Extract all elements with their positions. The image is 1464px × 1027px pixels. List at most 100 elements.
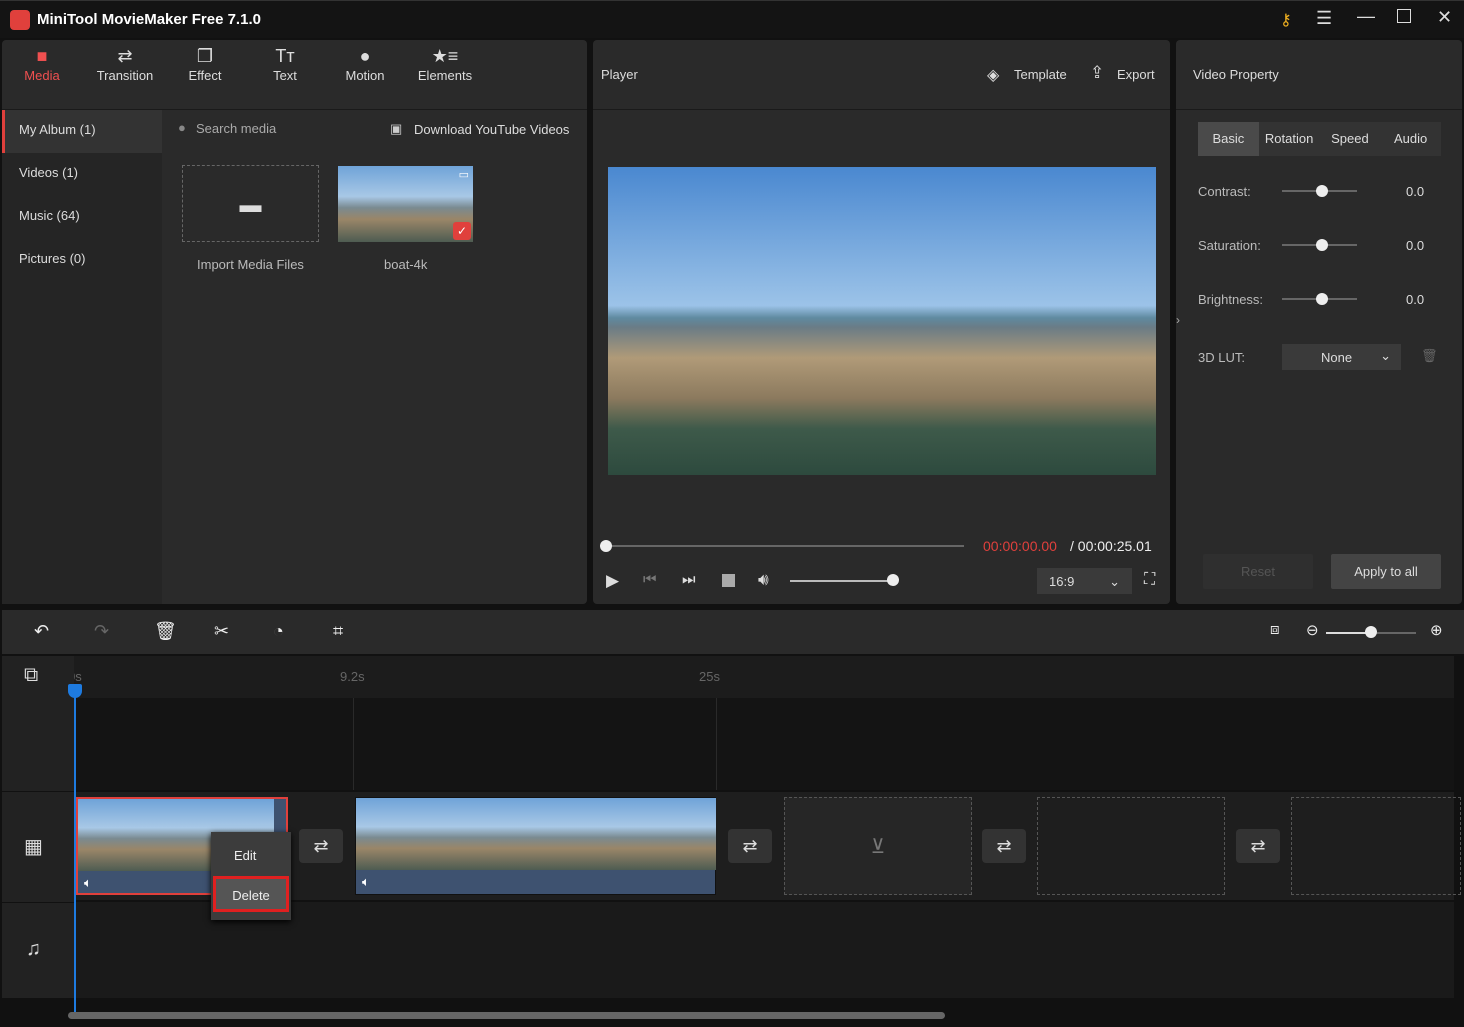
apply-to-all-button[interactable]: Apply to all (1331, 554, 1441, 589)
music-icon: ♫ (26, 938, 41, 960)
aspect-ratio-select[interactable]: 16:9 ⌄ (1037, 568, 1132, 594)
search-icon: ● (178, 120, 186, 135)
title-bar: MiniTool MovieMaker Free 7.1.0 ⚷ ☰ — ✕ (0, 0, 1464, 38)
current-time: 00:00:00.00 (983, 538, 1057, 554)
tab-text[interactable]: Tт Text (245, 44, 325, 83)
contrast-value: 0.0 (1406, 184, 1425, 199)
transition-slot[interactable]: ⇄ (728, 829, 772, 863)
play-button[interactable]: ▶ (606, 571, 619, 591)
horizontal-scrollbar[interactable] (68, 1012, 945, 1019)
menu-item-edit[interactable]: Edit (211, 832, 291, 876)
chevron-down-icon: ⌄ (1109, 574, 1120, 589)
youtube-icon: ▣ (390, 121, 403, 136)
delete-icon[interactable]: 🗑︎ (154, 621, 177, 642)
video-clip-2[interactable]: 🔈︎ (355, 797, 716, 895)
template-button[interactable]: Template (1014, 67, 1067, 82)
main-toolbar: ■ Media ⇄ Transition ❐ Effect Tт Text ● Motio… (2, 44, 485, 83)
layers-icon: ◈ (987, 67, 1000, 84)
tick-label: 25s (699, 669, 720, 684)
brightness-value: 0.0 (1406, 292, 1425, 307)
crop-icon[interactable]: ⌗ (333, 621, 343, 642)
empty-clip-slot[interactable] (1037, 797, 1225, 895)
key-icon[interactable]: ⚷ (1280, 10, 1292, 30)
seek-handle[interactable] (600, 540, 612, 552)
brightness-label: Brightness: (1198, 292, 1264, 307)
tab-effect[interactable]: ❐ Effect (165, 44, 245, 83)
stop-button[interactable] (722, 574, 735, 587)
empty-clip-slot[interactable]: ⊻ (784, 797, 972, 895)
aspect-value: 16:9 (1049, 574, 1075, 589)
tab-basic[interactable]: Basic (1198, 122, 1259, 156)
folder-icon: ▬ (239, 192, 262, 217)
download-youtube-button[interactable]: Download YouTube Videos (414, 122, 569, 137)
context-menu: Edit Delete (211, 832, 291, 920)
media-thumbnail[interactable]: ▭ ✓ (338, 166, 473, 242)
clip-frame (650, 798, 716, 870)
volume-slider[interactable] (790, 580, 894, 582)
transition-slot[interactable]: ⇄ (982, 829, 1026, 863)
trash-icon[interactable]: 🗑︎ (1421, 348, 1438, 364)
zoom-out-icon[interactable]: ⊖ (1306, 621, 1319, 639)
sidebar-item-videos[interactable]: Videos (1) (2, 153, 162, 196)
check-icon: ✓ (453, 222, 471, 240)
volume-icon[interactable]: 🔊︎ (758, 570, 769, 590)
undo-icon[interactable]: ↶ (34, 621, 49, 642)
tab-audio[interactable]: Audio (1380, 122, 1441, 156)
contrast-handle[interactable] (1316, 185, 1328, 197)
menu-item-delete[interactable]: Delete (213, 876, 289, 912)
import-media-button[interactable]: ▬ (182, 165, 319, 242)
saturation-handle[interactable] (1316, 239, 1328, 251)
tab-speed[interactable]: Speed (1320, 122, 1381, 156)
chevron-down-icon: ⌄ (1380, 348, 1391, 363)
tab-elements[interactable]: ★≡ Elements (405, 44, 485, 83)
saturation-label: Saturation: (1198, 238, 1261, 253)
previous-frame-button[interactable]: ⏮ (643, 571, 657, 588)
search-input[interactable]: Search media (196, 121, 276, 136)
brightness-handle[interactable] (1316, 293, 1328, 305)
scissors-icon[interactable]: ✂ (214, 621, 229, 642)
transition-slot[interactable]: ⇄ (299, 829, 343, 863)
tab-transition[interactable]: ⇄ Transition (85, 44, 165, 83)
tab-label: Effect (188, 68, 222, 83)
fullscreen-icon[interactable]: ⛶ (1144, 571, 1155, 589)
maximize-button[interactable] (1397, 9, 1411, 23)
speaker-icon[interactable]: 🔈︎ (362, 874, 370, 890)
drop-icon: ⊻ (870, 836, 886, 858)
collapse-arrow-icon[interactable]: › (1176, 313, 1180, 327)
redo-icon[interactable]: ↷ (94, 621, 109, 642)
transition-slot[interactable]: ⇄ (1236, 829, 1280, 863)
tab-rotation[interactable]: Rotation (1259, 122, 1320, 156)
tab-label: Text (273, 68, 297, 83)
minimize-button[interactable]: — (1357, 6, 1375, 27)
sidebar-item-my-album[interactable]: My Album (1) (2, 110, 162, 153)
reset-button[interactable]: Reset (1203, 554, 1313, 589)
lut-select[interactable]: None ⌄ (1282, 344, 1401, 370)
tick-label: 9.2s (340, 669, 365, 684)
close-button[interactable]: ✕ (1437, 7, 1452, 28)
speaker-icon[interactable]: 🔈︎ (84, 875, 92, 891)
seek-bar[interactable] (606, 545, 964, 547)
lut-label: 3D LUT: (1198, 350, 1245, 365)
tab-label: Transition (96, 68, 154, 83)
timeline-toolbar: ↶ ↷ 🗑︎ ✂ ◔ ⌗ ⧈ ⊖ ⊕ (2, 610, 1464, 654)
folder-icon: ■ (36, 46, 48, 66)
fit-icon[interactable]: ⧈ (1270, 621, 1280, 638)
clip-frame (552, 798, 650, 870)
zoom-handle[interactable] (1365, 626, 1377, 638)
tab-label: Media (24, 68, 60, 83)
volume-handle[interactable] (887, 574, 899, 586)
sidebar-item-music[interactable]: Music (64) (2, 196, 162, 239)
tab-motion[interactable]: ● Motion (325, 44, 405, 83)
add-track-icon[interactable]: ⧉ (24, 664, 38, 687)
zoom-in-icon[interactable]: ⊕ (1430, 621, 1443, 639)
playhead-handle[interactable] (68, 684, 82, 698)
menu-icon[interactable]: ☰ (1316, 8, 1332, 29)
empty-clip-slot[interactable] (1291, 797, 1461, 895)
tab-label: Motion (345, 68, 385, 83)
tab-media[interactable]: ■ Media (2, 44, 82, 83)
speed-icon[interactable]: ◔ (273, 621, 284, 642)
sidebar-item-pictures[interactable]: Pictures (0) (2, 239, 162, 282)
next-frame-button[interactable]: ⏭ (682, 571, 696, 588)
playhead[interactable] (74, 686, 76, 1016)
export-button[interactable]: Export (1117, 67, 1155, 82)
